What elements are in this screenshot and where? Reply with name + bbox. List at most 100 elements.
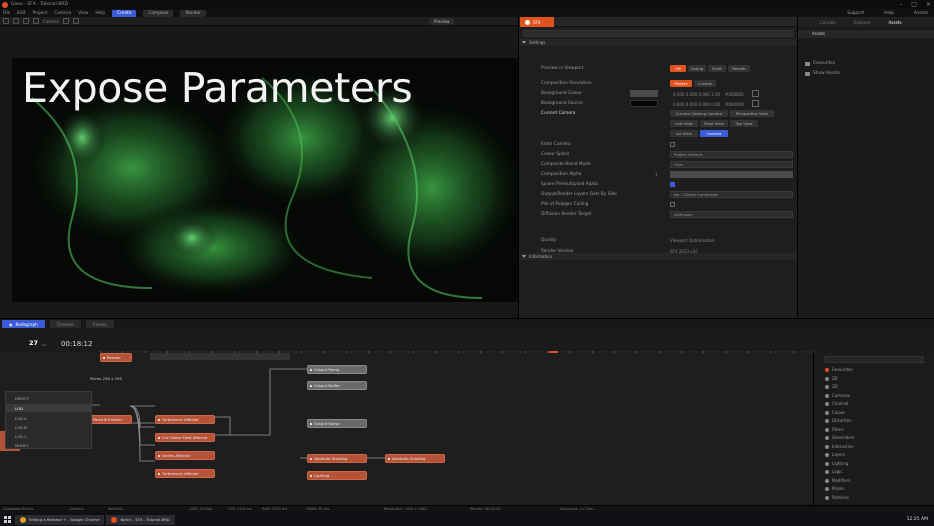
library-category[interactable]: 2D	[832, 376, 838, 381]
section-information[interactable]: Information	[519, 253, 798, 260]
resolution-project-button[interactable]: Project	[670, 80, 692, 87]
library-category[interactable]: Particles	[832, 495, 849, 500]
background-source-swatch[interactable]	[630, 100, 658, 107]
menu-project[interactable]: Project	[33, 11, 48, 16]
premultiplied-alpha-checkbox[interactable]	[670, 182, 675, 187]
tab-render[interactable]: Render	[180, 9, 206, 17]
library-category[interactable]: Modifiers	[832, 478, 850, 483]
camera-selector[interactable]: Camera	[43, 19, 59, 24]
eyedropper-icon[interactable]	[752, 90, 759, 97]
menu-view[interactable]: View	[78, 11, 88, 16]
blend-mode-dropdown[interactable]: Over	[670, 161, 793, 168]
section-settings[interactable]: Settings	[519, 39, 797, 46]
lod-item[interactable]: MODEL	[15, 443, 29, 448]
select-tool-icon[interactable]	[33, 18, 39, 24]
close-icon[interactable]: ✕	[926, 0, 931, 9]
lod-item[interactable]: LOD	[15, 406, 23, 411]
library-category[interactable]: Layers	[832, 452, 845, 457]
composition-alpha-slider[interactable]	[670, 171, 793, 178]
preview-off-button[interactable]: Off	[670, 65, 686, 72]
node-turbulence-affector-2[interactable]: Turbulence Affector	[155, 469, 215, 478]
assets-item[interactable]: Favourites	[805, 61, 835, 66]
properties-tab[interactable]: SFX	[520, 17, 554, 27]
node-turbulence-affector[interactable]: Turbulence Affector	[155, 415, 215, 424]
preview-render-button[interactable]: Render	[728, 65, 750, 72]
preview-debug-button[interactable]: Debug	[688, 65, 706, 72]
enter-camera-checkbox[interactable]	[670, 142, 675, 147]
snap-icon[interactable]	[72, 18, 79, 24]
node-particle-emitter[interactable]: Particle Emitter	[86, 415, 132, 424]
tab-nodegraph[interactable]: ◉ Nodegraph	[2, 320, 45, 328]
menu-support[interactable]: Support	[847, 11, 864, 16]
move-tool-icon[interactable]	[3, 18, 9, 24]
tab-explorer[interactable]: Explorer	[854, 20, 871, 25]
windows-start-icon[interactable]	[4, 516, 11, 523]
viewport[interactable]: Expose Parameters	[0, 26, 518, 318]
camera-left-button[interactable]: Left View	[670, 120, 698, 127]
node-graph[interactable]: Render Particle Emitter Turbulence Affec…	[0, 353, 813, 514]
node-vortex-affector[interactable]: Vortex Affector	[155, 451, 215, 460]
properties-search[interactable]	[523, 30, 793, 37]
library-category[interactable]: Filters	[832, 427, 844, 432]
render-layers-dropdown[interactable]: No - Classic Composite	[670, 191, 793, 198]
library-category[interactable]: Channel	[832, 401, 848, 406]
menu-help[interactable]: Help	[95, 11, 105, 16]
library-category[interactable]: Cameras	[832, 393, 850, 398]
lod-item[interactable]: LOD C	[15, 434, 27, 439]
menu-assets[interactable]: Assets	[914, 11, 928, 16]
camera-perspective-button[interactable]: Perspective View	[730, 110, 774, 117]
tab-create[interactable]: Create	[112, 9, 137, 17]
preview-button[interactable]: Preview	[430, 18, 454, 25]
polygon-culling-checkbox[interactable]	[670, 202, 675, 207]
menu-help-right[interactable]: Help	[884, 11, 894, 16]
menu-edit[interactable]: Edit	[17, 11, 25, 16]
render-target-dropdown[interactable]: sDiffusion	[670, 211, 793, 218]
camera-iso-button[interactable]: Iso View	[670, 130, 698, 137]
node-attribute-shading-2[interactable]: Attribute Shading	[385, 454, 445, 463]
colour-space-dropdown[interactable]: Project Default	[670, 151, 793, 158]
maximize-icon[interactable]: □	[911, 0, 917, 9]
rotate-tool-icon[interactable]	[13, 18, 19, 24]
camera-camera-button[interactable]: Camera	[700, 130, 728, 137]
camera-front-button[interactable]: Front View	[700, 120, 728, 127]
lod-item[interactable]: DIRECT	[15, 396, 29, 401]
node-output-ramp[interactable]: Output Ramp	[307, 365, 367, 374]
tab-timeline[interactable]: Timeline	[49, 320, 81, 328]
lod-item[interactable]: LOD B	[15, 425, 27, 430]
scale-tool-icon[interactable]	[23, 18, 29, 24]
menu-file[interactable]: File	[3, 11, 10, 16]
node-lighting[interactable]: Lighting	[307, 471, 367, 480]
library-search[interactable]	[824, 356, 924, 363]
library-category[interactable]: Colour	[832, 410, 845, 415]
taskbar-notch[interactable]: Notch - SFX - Tutorial.BRD	[106, 514, 175, 525]
library-category[interactable]: 3D	[832, 384, 838, 389]
resolution-custom-button[interactable]: Custom	[694, 80, 716, 87]
camera-current-viewing-button[interactable]: Current Viewing Camera	[670, 110, 728, 117]
library-category[interactable]: Generators	[832, 435, 854, 440]
tab-assets[interactable]: Assets	[889, 20, 902, 25]
camera-top-button[interactable]: Top View	[730, 120, 758, 127]
library-category[interactable]: Favourites	[832, 367, 853, 372]
node-curl-noise-affector[interactable]: Curl Noise Field Affector	[155, 433, 215, 442]
menu-camera[interactable]: Camera	[54, 11, 71, 16]
library-category[interactable]: Logic	[832, 469, 842, 474]
node-output-buffer[interactable]: Output Buffer	[307, 381, 367, 390]
node-attribute-shading[interactable]: Attribute Shading	[307, 454, 367, 463]
assets-item[interactable]: Show Assets	[805, 71, 840, 76]
node-output-ramp-2[interactable]: Output Ramp	[307, 419, 367, 428]
library-category[interactable]: Distortion	[832, 418, 852, 423]
library-category[interactable]: Lighting	[832, 461, 848, 466]
minimize-icon[interactable]: –	[899, 0, 902, 9]
tab-console[interactable]: Console	[820, 20, 836, 25]
lod-item[interactable]: LOD A	[15, 416, 27, 421]
library-category[interactable]: Masks	[832, 486, 844, 491]
node-points-label[interactable]: Points 256 x 256	[90, 376, 122, 381]
taskbar-chrome[interactable]: Editing a Release + - Google Chrome	[15, 514, 105, 525]
library-category[interactable]: Interactive	[832, 444, 854, 449]
node-render[interactable]: Render	[100, 353, 132, 362]
eyedropper-icon[interactable]	[752, 100, 759, 107]
tab-curves[interactable]: Curves	[85, 320, 114, 328]
preview-draft-button[interactable]: Draft	[708, 65, 726, 72]
grid-icon[interactable]	[62, 18, 69, 24]
tab-compose[interactable]: Compose	[143, 9, 174, 17]
